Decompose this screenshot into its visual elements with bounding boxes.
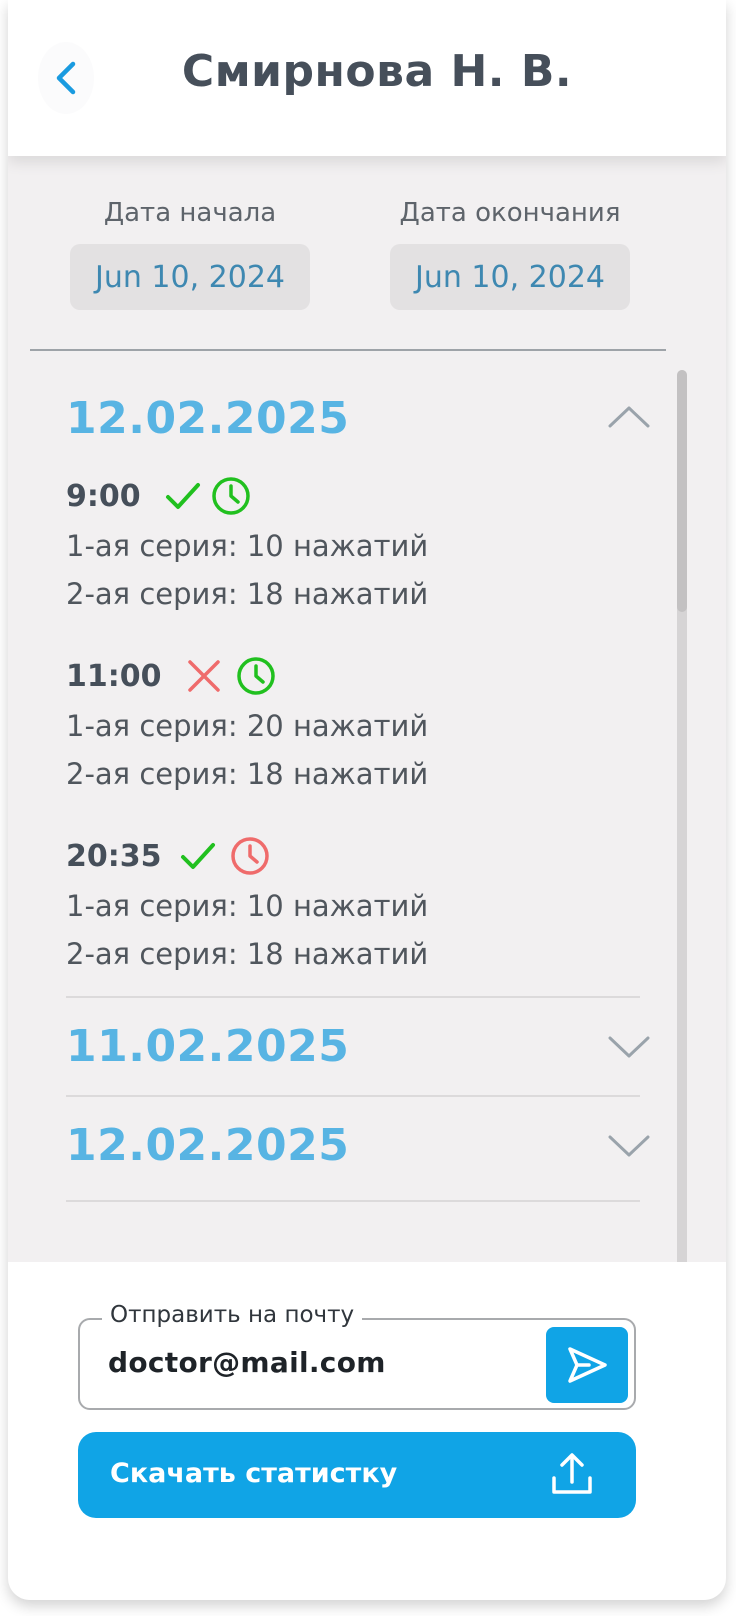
day-date: 11.02.2025: [66, 1021, 350, 1072]
chevron-up-icon: [608, 404, 650, 428]
scrollbar[interactable]: [677, 370, 687, 1270]
session-time: 11:00: [66, 658, 162, 694]
series-line: 1-ая серия: 10 нажатий: [66, 529, 429, 563]
page-title: Смирнова Н. В.: [181, 46, 573, 97]
session-item: 9:00 1-ая серия: 10 нажатий 2-ая серия: …: [66, 470, 650, 618]
email-field[interactable]: Отправить на почту doctor@mail.com: [78, 1302, 636, 1410]
day-header-collapsed[interactable]: 12.02.2025: [66, 1097, 650, 1194]
upload-icon: [550, 1452, 594, 1496]
start-date-group: Дата начала Jun 10, 2024: [70, 198, 310, 310]
check-icon: [165, 481, 201, 511]
top-bar: Смирнова Н. В.: [8, 0, 726, 156]
send-icon: [565, 1345, 609, 1385]
clock-icon: [230, 836, 270, 876]
end-date-label: Дата окончания: [399, 198, 621, 228]
chevron-down-icon: [608, 1135, 650, 1159]
send-button[interactable]: [546, 1327, 628, 1403]
day-date: 12.02.2025: [66, 392, 350, 444]
end-date-group: Дата окончания Jun 10, 2024: [390, 198, 630, 310]
start-date-picker[interactable]: Jun 10, 2024: [70, 244, 310, 310]
divider: [30, 349, 666, 351]
series-line: 1-ая серия: 20 нажатий: [66, 709, 429, 743]
clock-icon: [211, 476, 251, 516]
clock-icon: [236, 656, 276, 696]
app-screen: Смирнова Н. В. Дата начала Jun 10, 2024 …: [8, 0, 726, 1600]
day-header-collapsed[interactable]: 11.02.2025: [66, 998, 650, 1095]
day-date: 12.02.2025: [66, 1120, 350, 1171]
end-date-picker[interactable]: Jun 10, 2024: [390, 244, 630, 310]
scrollbar-thumb[interactable]: [677, 370, 687, 612]
chevron-down-icon: [608, 1036, 650, 1060]
email-input-value[interactable]: doctor@mail.com: [108, 1346, 386, 1379]
session-time: 9:00: [66, 478, 141, 514]
series-line: 2-ая серия: 18 нажатий: [66, 937, 429, 971]
series-line: 2-ая серия: 18 нажатий: [66, 577, 429, 611]
email-field-label: Отправить на почту: [102, 1302, 363, 1328]
start-date-label: Дата начала: [103, 198, 277, 228]
session-item: 11:00 1-ая серия: 20 нажатий 2-ая серия:…: [66, 650, 650, 798]
session-item: 20:35 1-ая серия: 10 нажатий 2-ая серия:…: [66, 830, 650, 978]
day-list: 12.02.2025 9:00 1-ая серия: 10 нажатий 2…: [66, 370, 650, 1202]
day-header-expanded[interactable]: 12.02.2025: [66, 370, 650, 466]
check-icon: [180, 841, 216, 871]
download-label: Скачать статистку: [110, 1458, 398, 1489]
bottom-panel: Отправить на почту doctor@mail.com Скача…: [8, 1262, 726, 1600]
divider: [66, 1200, 640, 1202]
series-line: 2-ая серия: 18 нажатий: [66, 757, 429, 791]
cross-icon: [186, 658, 222, 694]
download-stats-button[interactable]: Скачать статистку: [78, 1432, 636, 1518]
session-time: 20:35: [66, 838, 162, 874]
series-line: 1-ая серия: 10 нажатий: [66, 889, 429, 923]
